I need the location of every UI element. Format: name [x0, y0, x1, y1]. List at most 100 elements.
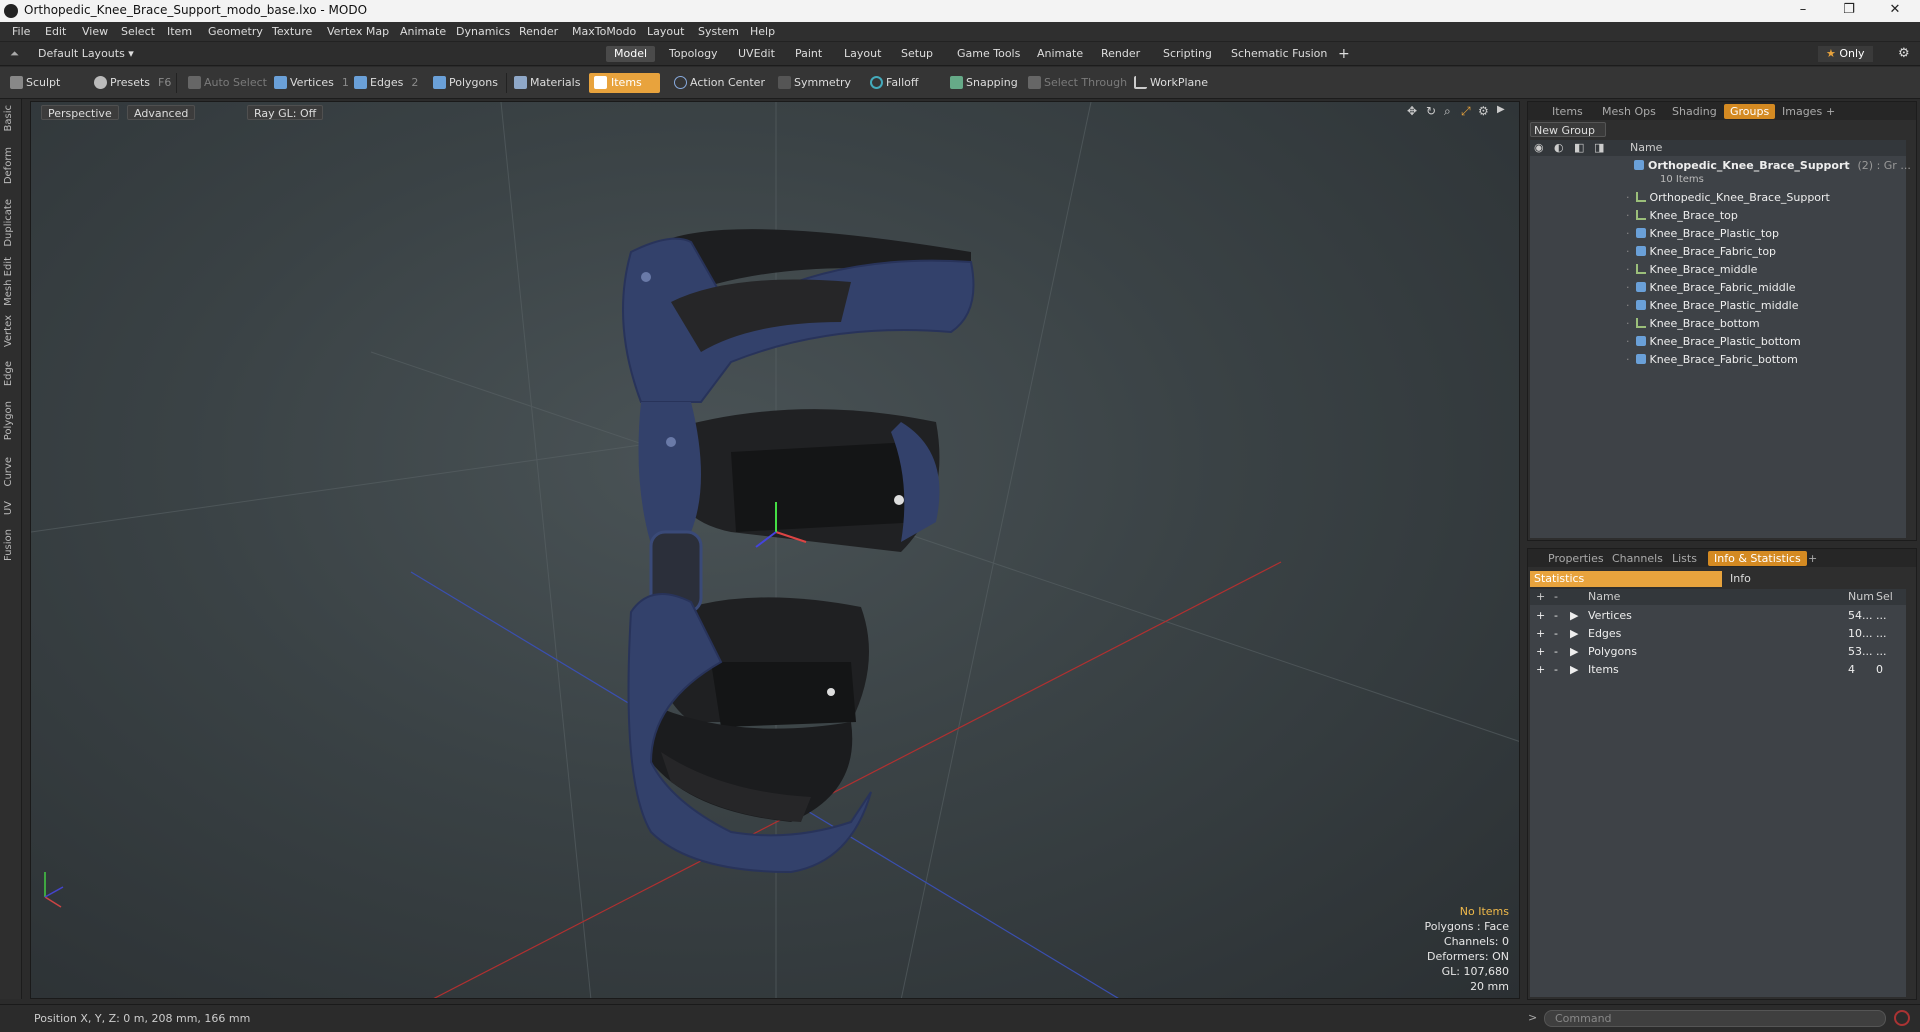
- workplane-button[interactable]: WorkPlane: [1132, 73, 1208, 93]
- viewport-expand-icon[interactable]: ▶: [1497, 104, 1505, 115]
- vtab-fusion[interactable]: Fusion: [3, 529, 19, 561]
- collapse-all-icon[interactable]: -: [1554, 589, 1558, 605]
- vtab-duplicate[interactable]: Duplicate: [3, 199, 19, 247]
- expand-row-icon[interactable]: +: [1536, 607, 1545, 625]
- group-item-row[interactable]: · Knee_Brace_Plastic_bottom: [1626, 333, 1801, 351]
- minimize-button[interactable]: –: [1780, 0, 1826, 22]
- maximize-button[interactable]: ❐: [1826, 0, 1872, 22]
- tab-shading[interactable]: Shading: [1666, 104, 1723, 119]
- add-panel-tab-icon[interactable]: +: [1820, 104, 1841, 119]
- collapse-row-icon[interactable]: -: [1554, 607, 1558, 625]
- vtab-mesh-edit[interactable]: Mesh Edit: [3, 257, 19, 306]
- rotate-icon[interactable]: ↻: [1426, 104, 1436, 118]
- gear-icon[interactable]: ⚙: [1890, 46, 1918, 62]
- edges-button[interactable]: Edges 2: [352, 73, 418, 93]
- fit-icon[interactable]: ⤢: [1461, 104, 1471, 119]
- tab-setup[interactable]: Setup: [893, 46, 941, 62]
- tab-mesh-ops[interactable]: Mesh Ops: [1596, 104, 1662, 119]
- menu-dynamics[interactable]: Dynamics: [456, 25, 510, 38]
- menu-geometry[interactable]: Geometry: [208, 25, 263, 38]
- vtab-deform[interactable]: Deform: [3, 147, 19, 184]
- group-item-row[interactable]: · Knee_Brace_Fabric_middle: [1626, 279, 1796, 297]
- group-item-row[interactable]: · Knee_Brace_Fabric_bottom: [1626, 351, 1798, 369]
- tab-model[interactable]: Model: [606, 46, 656, 62]
- menu-view[interactable]: View: [82, 25, 108, 38]
- view-type-dropdown[interactable]: Perspective: [41, 105, 119, 120]
- action-center-button[interactable]: Action Center: [672, 73, 765, 93]
- menu-file[interactable]: File: [12, 25, 30, 38]
- pan-icon[interactable]: ✥: [1407, 104, 1417, 118]
- add-panel-tab-icon[interactable]: +: [1802, 551, 1823, 566]
- tab-groups[interactable]: Groups: [1724, 104, 1776, 119]
- menu-animate[interactable]: Animate: [400, 25, 446, 38]
- group-item-row[interactable]: · Knee_Brace_top: [1626, 207, 1738, 225]
- group-item-row[interactable]: · Knee_Brace_Plastic_middle: [1626, 297, 1798, 315]
- row-disclosure-icon[interactable]: ▶: [1570, 643, 1578, 661]
- vtab-basic[interactable]: Basic: [3, 105, 19, 131]
- tab-paint[interactable]: Paint: [787, 46, 830, 62]
- raygl-toggle[interactable]: Ray GL: Off: [247, 105, 324, 120]
- menu-vertex-map[interactable]: Vertex Map: [327, 25, 389, 38]
- expand-row-icon[interactable]: +: [1536, 661, 1545, 679]
- vtab-edge[interactable]: Edge: [3, 361, 19, 386]
- only-toggle[interactable]: ★ Only: [1818, 46, 1873, 62]
- vtab-curve[interactable]: Curve: [3, 457, 19, 487]
- menu-render[interactable]: Render: [519, 25, 558, 38]
- polygons-button[interactable]: Polygons: [431, 73, 498, 93]
- menu-edit[interactable]: Edit: [45, 25, 66, 38]
- group-item-row[interactable]: · Knee_Brace_bottom: [1626, 315, 1760, 333]
- items-button[interactable]: Items: [589, 73, 660, 93]
- auto-select-button[interactable]: Auto Select: [186, 73, 267, 93]
- add-tab-icon[interactable]: +: [1330, 46, 1358, 62]
- vtab-vertex[interactable]: Vertex: [3, 315, 19, 347]
- menu-layout[interactable]: Layout: [647, 25, 684, 38]
- row-disclosure-icon[interactable]: ▶: [1570, 625, 1578, 643]
- presets-button[interactable]: Presets F6: [92, 73, 171, 93]
- statistics-subtab[interactable]: Statistics: [1530, 571, 1722, 587]
- tab-layout[interactable]: Layout: [836, 46, 889, 62]
- collapse-row-icon[interactable]: -: [1554, 625, 1558, 643]
- close-button[interactable]: ✕: [1872, 0, 1918, 22]
- command-input[interactable]: Command: [1544, 1010, 1886, 1027]
- menu-help[interactable]: Help: [750, 25, 775, 38]
- 3d-viewport[interactable]: Perspective Advanced Ray GL: Off ✥ ↻ ⌕ ⤢…: [30, 101, 1520, 999]
- record-icon[interactable]: [1894, 1010, 1910, 1026]
- select-through-button[interactable]: Select Through: [1026, 73, 1127, 93]
- falloff-button[interactable]: Falloff: [868, 73, 918, 93]
- layout-selector[interactable]: Default Layouts ▾: [30, 46, 142, 62]
- expand-all-icon[interactable]: +: [1536, 589, 1545, 605]
- tab-lists[interactable]: Lists: [1666, 551, 1703, 566]
- layout-arrow-icon[interactable]: ⏶: [6, 46, 23, 62]
- tab-render[interactable]: Render: [1093, 46, 1148, 62]
- viewport-settings-icon[interactable]: ⚙: [1478, 104, 1489, 118]
- sculpt-button[interactable]: Sculpt: [8, 73, 60, 93]
- tab-items[interactable]: Items: [1546, 104, 1589, 119]
- tab-uvedit[interactable]: UVEdit: [730, 46, 783, 62]
- collapse-row-icon[interactable]: -: [1554, 661, 1558, 679]
- group-item-row[interactable]: · Knee_Brace_Plastic_top: [1626, 225, 1779, 243]
- tab-channels[interactable]: Channels: [1606, 551, 1669, 566]
- zoom-icon[interactable]: ⌕: [1444, 104, 1451, 119]
- group-item-row[interactable]: · Orthopedic_Knee_Brace_Support: [1626, 189, 1830, 207]
- menu-select[interactable]: Select: [121, 25, 155, 38]
- shading-dropdown[interactable]: Advanced: [127, 105, 196, 120]
- menu-system[interactable]: System: [698, 25, 739, 38]
- tab-properties[interactable]: Properties: [1542, 551, 1610, 566]
- snapping-button[interactable]: Snapping: [948, 73, 1018, 93]
- tab-game-tools[interactable]: Game Tools: [949, 46, 1028, 62]
- tab-animate[interactable]: Animate: [1029, 46, 1091, 62]
- new-group-button[interactable]: New Group: [1530, 122, 1606, 137]
- info-subtab[interactable]: Info: [1726, 571, 1902, 587]
- collapse-row-icon[interactable]: -: [1554, 643, 1558, 661]
- materials-button[interactable]: Materials: [512, 73, 580, 93]
- symmetry-button[interactable]: Symmetry: [776, 73, 851, 93]
- group-item-row[interactable]: · Knee_Brace_Fabric_top: [1626, 243, 1776, 261]
- tab-scripting[interactable]: Scripting: [1155, 46, 1220, 62]
- tab-info-statistics[interactable]: Info & Statistics: [1708, 551, 1807, 566]
- expand-row-icon[interactable]: +: [1536, 625, 1545, 643]
- menu-maxtomodo[interactable]: MaxToModo: [572, 25, 636, 38]
- group-item-row[interactable]: · Knee_Brace_middle: [1626, 261, 1757, 279]
- vertices-button[interactable]: Vertices 1: [272, 73, 349, 93]
- row-disclosure-icon[interactable]: ▶: [1570, 607, 1578, 625]
- tab-schematic-fusion[interactable]: Schematic Fusion: [1223, 46, 1335, 62]
